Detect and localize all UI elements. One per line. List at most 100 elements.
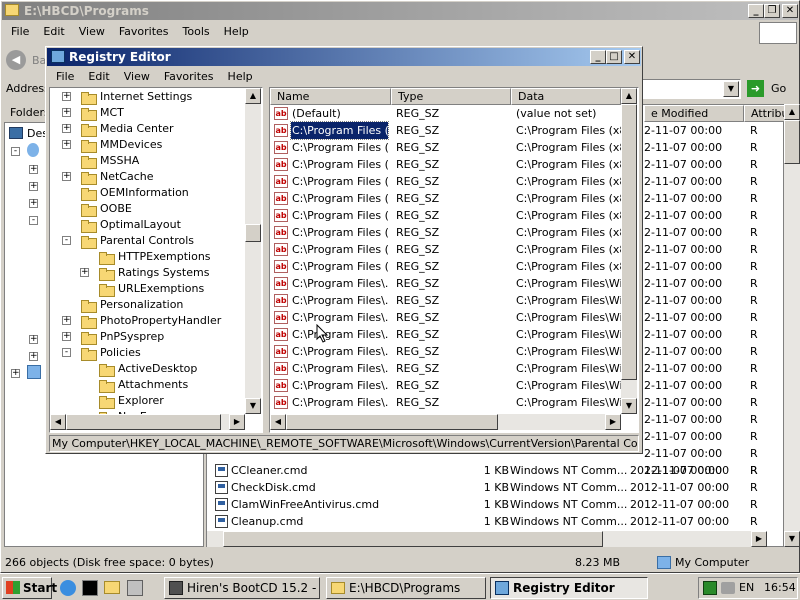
horizontal-scroll-thumb[interactable]: [286, 414, 498, 430]
value-row[interactable]: abC:\Program Files (...REG_SZC:\Program …: [270, 139, 622, 156]
tree-expander[interactable]: +: [29, 182, 38, 191]
scroll-right-button[interactable]: ▶: [751, 531, 767, 547]
tray-speaker-icon[interactable]: [721, 582, 735, 594]
tree-expander[interactable]: +: [29, 335, 38, 344]
explorer-vertical-scrollbar[interactable]: ▲ ▼: [784, 104, 800, 547]
value-row[interactable]: ab C:\Program Files\... REG_SZ C:\Program F…: [270, 360, 622, 377]
maximize-button[interactable]: □: [606, 50, 622, 64]
start-button[interactable]: Start: [2, 577, 57, 599]
tree-node[interactable]: Personalization: [50, 297, 245, 313]
quicklaunch-cmd-icon[interactable]: [82, 580, 98, 596]
menu-help[interactable]: Help: [221, 70, 260, 83]
horizontal-scroll-thumb[interactable]: [223, 531, 603, 547]
tree-expander[interactable]: +: [62, 92, 71, 101]
vertical-scroll-thumb[interactable]: [621, 104, 637, 380]
menu-view[interactable]: View: [72, 25, 112, 38]
scroll-left-button[interactable]: ◀: [50, 414, 66, 430]
menu-edit[interactable]: Edit: [81, 70, 116, 83]
value-row[interactable]: abC:\Program Files (...REG_SZC:\Program …: [270, 121, 622, 140]
tree-node[interactable]: + MMDevices: [50, 137, 245, 153]
value-row[interactable]: ab C:\Program Files\... REG_SZ C:\Program F…: [270, 394, 622, 411]
tray-app-icon[interactable]: [703, 581, 717, 595]
tree-expander[interactable]: +: [29, 165, 38, 174]
menu-tools[interactable]: Tools: [176, 25, 217, 38]
column-header-data[interactable]: Data: [511, 88, 621, 105]
column-header-type[interactable]: Type: [391, 88, 511, 105]
vertical-scroll-thumb[interactable]: [784, 120, 800, 164]
taskbar-button-explorer[interactable]: E:\HBCD\Programs: [326, 577, 486, 599]
value-row[interactable]: abC:\Program Files (...REG_SZC:\Program …: [270, 258, 622, 275]
close-button[interactable]: ✕: [624, 50, 640, 64]
tree-node[interactable]: - Policies: [50, 345, 245, 361]
scroll-up-button[interactable]: ▲: [784, 104, 800, 120]
tree-expander[interactable]: +: [62, 172, 71, 181]
value-row[interactable]: abC:\Program Files (...REG_SZC:\Program …: [270, 190, 622, 207]
tree-node[interactable]: + NetCache: [50, 169, 245, 185]
tree-node[interactable]: OOBE: [50, 201, 245, 217]
tree-node[interactable]: ActiveDesktop: [50, 361, 245, 377]
close-button[interactable]: ✕: [782, 4, 798, 18]
value-row[interactable]: abC:\Program Files (...REG_SZC:\Program …: [270, 156, 622, 173]
tree-node[interactable]: + PnPSysprep: [50, 329, 245, 345]
horizontal-scroll-thumb[interactable]: [66, 414, 221, 430]
tree-node[interactable]: URLExemptions: [50, 281, 245, 297]
go-button[interactable]: ➜ Go: [745, 79, 797, 99]
tree-vertical-scrollbar[interactable]: ▲ ▼: [245, 88, 261, 414]
horizontal-scrollbar[interactable]: ▶: [207, 531, 767, 547]
tree-expander[interactable]: -: [62, 236, 71, 245]
value-row[interactable]: ab C:\Program Files\... REG_SZ C:\Program F…: [270, 275, 622, 292]
menu-edit[interactable]: Edit: [36, 25, 71, 38]
language-indicator[interactable]: EN: [739, 581, 754, 594]
explorer-titlebar[interactable]: E:\HBCD\Programs _ ❐ ✕: [2, 2, 798, 20]
tree-node[interactable]: + Internet Settings: [50, 89, 245, 105]
tree-node[interactable]: HTTPExemptions: [50, 249, 245, 265]
table-row[interactable]: CheckDisk.cmd 1 KB Windows NT Comm... 2012-…: [207, 479, 800, 496]
clock[interactable]: 16:54: [764, 581, 796, 594]
regedit-titlebar[interactable]: Registry Editor _ □ ✕: [47, 48, 641, 66]
minimize-button[interactable]: _: [748, 4, 764, 18]
value-row[interactable]: abC:\Program Files (...REG_SZC:\Program …: [270, 173, 622, 190]
menu-help[interactable]: Help: [217, 25, 256, 38]
scroll-down-button[interactable]: ▼: [784, 531, 800, 547]
tree-expander[interactable]: +: [29, 352, 38, 361]
tree-node[interactable]: Attachments: [50, 377, 245, 393]
scroll-left-button[interactable]: ◀: [270, 414, 286, 430]
value-row[interactable]: ab C:\Program Files\... REG_SZ C:\Program F…: [270, 292, 622, 309]
tree-node[interactable]: OEMInformation: [50, 185, 245, 201]
values-horizontal-scrollbar[interactable]: ◀ ▶: [270, 414, 621, 430]
column-header-modified[interactable]: e Modified: [644, 105, 744, 122]
tree-node[interactable]: + Ratings Systems: [50, 265, 245, 281]
value-row[interactable]: ab (Default) REG_SZ (value not set): [270, 105, 622, 122]
tree-node[interactable]: Explorer: [50, 393, 245, 409]
value-row[interactable]: ab C:\Program Files\... REG_SZ C:\Program F…: [270, 377, 622, 394]
table-row[interactable]: CCleaner.cmd 1 KB Windows NT Comm... 2012-1…: [207, 462, 800, 479]
quicklaunch-folder-icon[interactable]: [104, 581, 120, 594]
minimize-button[interactable]: _: [590, 50, 606, 64]
tree-expander[interactable]: +: [62, 140, 71, 149]
menu-file[interactable]: File: [49, 70, 81, 83]
tree-expander[interactable]: -: [29, 216, 38, 225]
quicklaunch-app-icon[interactable]: [127, 580, 143, 596]
tree-horizontal-scrollbar[interactable]: ◀ ▶: [50, 414, 245, 430]
tree-expander[interactable]: +: [62, 108, 71, 117]
tree-node[interactable]: - Parental Controls: [50, 233, 245, 249]
tree-node[interactable]: + MCT: [50, 105, 245, 121]
tree-expander[interactable]: +: [62, 124, 71, 133]
value-row[interactable]: abC:\Program Files (...REG_SZC:\Program …: [270, 241, 622, 258]
quicklaunch-ie-icon[interactable]: [60, 580, 76, 596]
tree-expander[interactable]: +: [11, 369, 20, 378]
tree-expander[interactable]: +: [29, 199, 38, 208]
scroll-up-button[interactable]: ▲: [245, 88, 261, 104]
address-dropdown[interactable]: ▼: [723, 81, 739, 97]
menu-view[interactable]: View: [117, 70, 157, 83]
registry-values-list[interactable]: Name Type Data ab (Default) REG_SZ (value n…: [269, 87, 639, 433]
tree-expander[interactable]: +: [62, 316, 71, 325]
tree-expander[interactable]: +: [80, 268, 89, 277]
tree-expander[interactable]: -: [11, 147, 20, 156]
scroll-down-button[interactable]: ▼: [621, 398, 637, 414]
menu-favorites[interactable]: Favorites: [157, 70, 221, 83]
column-header-attributes[interactable]: Attribut: [744, 105, 793, 122]
tree-expander[interactable]: -: [62, 348, 71, 357]
column-header-name[interactable]: Name: [270, 88, 391, 105]
value-row[interactable]: abC:\Program Files (...REG_SZC:\Program …: [270, 224, 622, 241]
